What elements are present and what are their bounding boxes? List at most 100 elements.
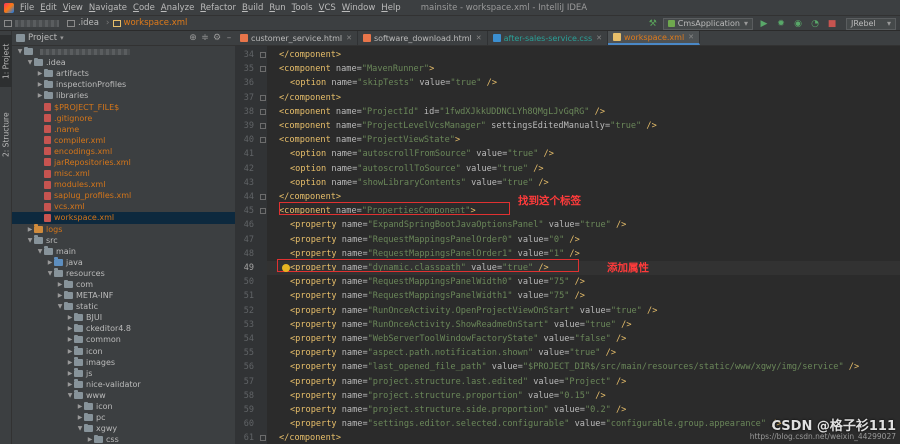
locate-icon[interactable]: ⊕: [187, 33, 199, 43]
project-view-select[interactable]: Project: [28, 33, 57, 43]
expand-arrow-icon[interactable]: ▶: [36, 79, 44, 90]
tree-item[interactable]: ▶ images: [12, 357, 235, 368]
tree-item[interactable]: compiler.xml: [12, 135, 235, 146]
tool-tab-project[interactable]: 1: Project: [0, 35, 12, 87]
menu-navigate[interactable]: Navigate: [89, 3, 127, 13]
tree-item[interactable]: ▶ css: [12, 434, 235, 444]
run-icon[interactable]: ▶: [758, 18, 770, 30]
expand-arrow-icon[interactable]: ▶: [66, 334, 74, 345]
chevron-down-icon[interactable]: ▾: [60, 34, 64, 42]
tree-item[interactable]: ▶ common: [12, 334, 235, 345]
tree-item[interactable]: ▶ icon: [12, 346, 235, 357]
fold-marker-icon[interactable]: [260, 66, 266, 73]
tree-item[interactable]: vcs.xml: [12, 201, 235, 212]
tree-item[interactable]: ▶ js: [12, 368, 235, 379]
close-icon[interactable]: ✕: [476, 34, 482, 42]
fold-marker-icon[interactable]: [260, 94, 266, 101]
tree-item[interactable]: ▶ BJUI: [12, 312, 235, 323]
tree-item[interactable]: ▼ static: [12, 301, 235, 312]
tree-root-row[interactable]: ▼: [12, 46, 235, 57]
collapse-arrow-icon[interactable]: ▼: [46, 268, 54, 279]
tree-item[interactable]: saplug_profiles.xml: [12, 190, 235, 201]
tree-item[interactable]: ▶ nice-validator: [12, 379, 235, 390]
tool-tab-structure[interactable]: 2: Structure: [0, 105, 12, 165]
collapse-arrow-icon[interactable]: ▼: [26, 57, 34, 68]
expand-arrow-icon[interactable]: ▶: [36, 90, 44, 101]
tree-item[interactable]: ▼ resources: [12, 268, 235, 279]
tree-item[interactable]: misc.xml: [12, 168, 235, 179]
tree-item[interactable]: ▶ icon: [12, 401, 235, 412]
build-hammer-icon[interactable]: ⚒: [647, 18, 659, 30]
fold-marker-icon[interactable]: [260, 108, 266, 115]
expand-arrow-icon[interactable]: ▶: [66, 379, 74, 390]
fold-marker-icon[interactable]: [260, 435, 266, 442]
expand-arrow-icon[interactable]: ▶: [56, 290, 64, 301]
menu-vcs[interactable]: VCS: [319, 3, 336, 13]
tree-item[interactable]: ▶ logs: [12, 224, 235, 235]
tree-item[interactable]: ▶ com: [12, 279, 235, 290]
tree-item[interactable]: ▶ java: [12, 257, 235, 268]
expand-arrow-icon[interactable]: ▶: [66, 312, 74, 323]
stop-icon[interactable]: ■: [826, 18, 838, 30]
expand-arrow-icon[interactable]: ▶: [56, 279, 64, 290]
collapse-arrow-icon[interactable]: ▼: [76, 423, 84, 434]
collapse-arrow-icon[interactable]: ▼: [36, 246, 44, 257]
run-configuration-select[interactable]: CmsApplication ▾: [662, 17, 753, 30]
fold-marker-icon[interactable]: [260, 194, 266, 200]
collapse-all-icon[interactable]: ≑: [199, 33, 211, 43]
breadcrumb-workspace[interactable]: workspace.xml: [112, 18, 187, 28]
menu-file[interactable]: File: [20, 3, 34, 13]
expand-arrow-icon[interactable]: ▶: [66, 323, 74, 334]
expand-arrow-icon[interactable]: ▼: [16, 46, 24, 57]
tree-item[interactable]: ▶ libraries: [12, 90, 235, 101]
code-editor[interactable]: </component> <component name= "MavenRunner…: [267, 46, 900, 444]
collapse-arrow-icon[interactable]: ▼: [26, 235, 34, 246]
collapse-arrow-icon[interactable]: ▼: [56, 301, 64, 312]
fold-marker-icon[interactable]: [260, 52, 266, 58]
expand-arrow-icon[interactable]: ▶: [66, 346, 74, 357]
menu-edit[interactable]: Edit: [40, 3, 56, 13]
tree-item[interactable]: encodings.xml: [12, 146, 235, 157]
menu-analyze[interactable]: Analyze: [161, 3, 195, 13]
tree-item[interactable]: .gitignore: [12, 113, 235, 124]
expand-arrow-icon[interactable]: ▶: [76, 412, 84, 423]
close-icon[interactable]: ✕: [346, 34, 352, 42]
expand-arrow-icon[interactable]: ▶: [46, 257, 54, 268]
fold-marker-icon[interactable]: [260, 137, 266, 144]
tree-item[interactable]: ▶ META-INF: [12, 290, 235, 301]
expand-arrow-icon[interactable]: ▶: [86, 434, 94, 444]
intention-bulb-icon[interactable]: [282, 264, 290, 272]
expand-arrow-icon[interactable]: ▶: [66, 357, 74, 368]
tree-item[interactable]: ▼ .idea: [12, 57, 235, 68]
expand-arrow-icon[interactable]: ▶: [26, 224, 34, 235]
editor-tab[interactable]: after-sales-service.css ✕: [488, 31, 609, 45]
menu-tools[interactable]: Tools: [292, 3, 313, 13]
tree-item[interactable]: ▼ src: [12, 235, 235, 246]
fold-marker-icon[interactable]: [260, 208, 266, 215]
breadcrumb-project[interactable]: [4, 19, 63, 27]
tree-item[interactable]: ▼ main: [12, 246, 235, 257]
settings-gear-icon[interactable]: ⚙: [211, 33, 223, 43]
close-icon[interactable]: ✕: [596, 34, 602, 42]
collapse-arrow-icon[interactable]: ▼: [66, 390, 74, 401]
editor-tab[interactable]: customer_service.html ✕: [235, 31, 358, 45]
tree-item[interactable]: workspace.xml: [12, 212, 235, 224]
menu-refactor[interactable]: Refactor: [200, 3, 236, 13]
menu-window[interactable]: Window: [342, 3, 376, 13]
menu-build[interactable]: Build: [242, 3, 263, 13]
tree-item[interactable]: jarRepositories.xml: [12, 157, 235, 168]
coverage-icon[interactable]: ◉: [792, 18, 804, 30]
tree-item[interactable]: .name: [12, 124, 235, 135]
tree-item[interactable]: modules.xml: [12, 179, 235, 190]
profile-icon[interactable]: ◔: [809, 18, 821, 30]
fold-marker-icon[interactable]: [260, 123, 266, 129]
menu-help[interactable]: Help: [381, 3, 400, 13]
menu-code[interactable]: Code: [133, 3, 155, 13]
breadcrumb-idea[interactable]: .idea: [67, 18, 99, 28]
tree-item[interactable]: ▶ ckeditor4.8: [12, 323, 235, 334]
tree-item[interactable]: ▼ www: [12, 390, 235, 401]
expand-arrow-icon[interactable]: ▶: [66, 368, 74, 379]
expand-arrow-icon[interactable]: ▶: [76, 401, 84, 412]
expand-arrow-icon[interactable]: ▶: [36, 68, 44, 79]
tree-item[interactable]: $PROJECT_FILE$: [12, 101, 235, 112]
